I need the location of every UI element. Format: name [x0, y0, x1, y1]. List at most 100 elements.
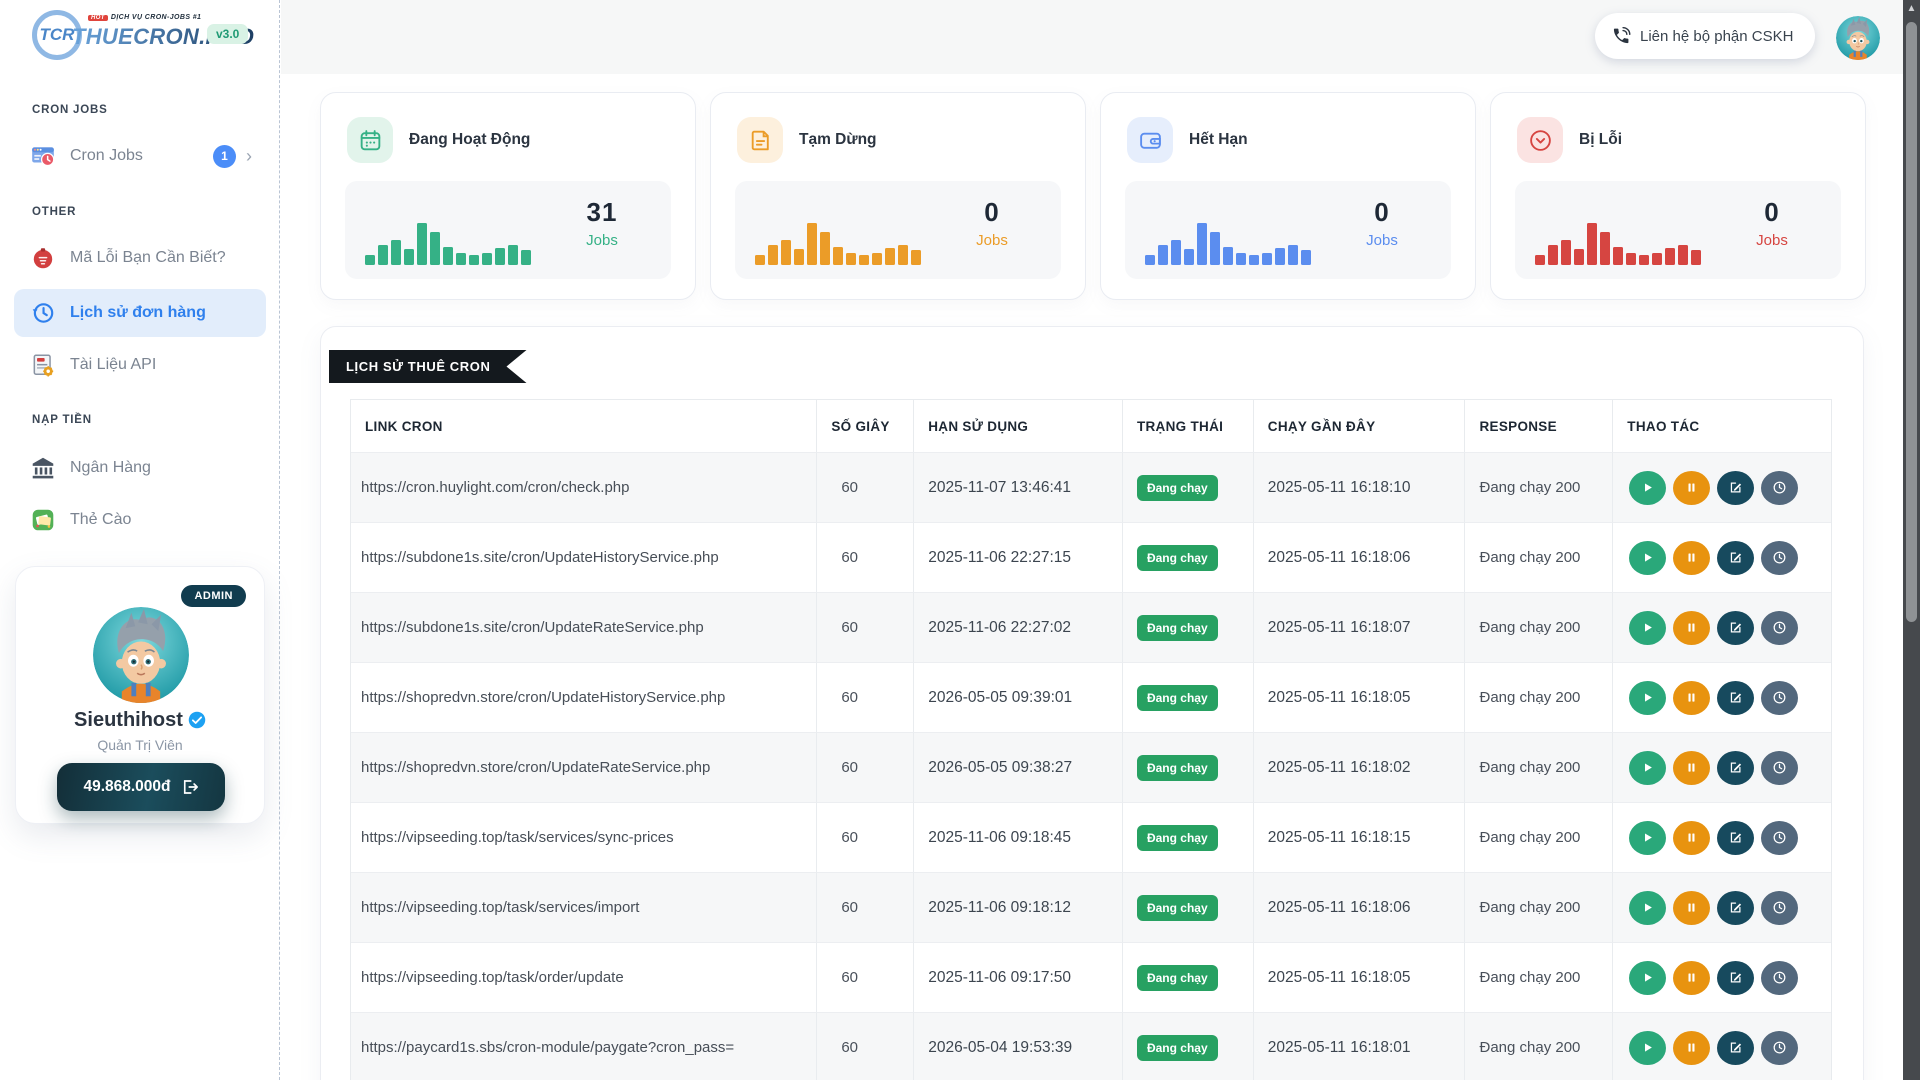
history-action-button[interactable] — [1761, 1031, 1798, 1065]
page-scrollbar[interactable]: ▲ — [1903, 0, 1920, 1080]
edit-action-button[interactable] — [1717, 611, 1754, 645]
user-avatar[interactable] — [1836, 16, 1880, 60]
sidebar-item-api-docs[interactable]: Tài Liệu API — [14, 341, 266, 389]
stat-icon-tile — [1517, 117, 1563, 163]
pause-action-button[interactable] — [1673, 891, 1710, 925]
pause-action-button[interactable] — [1673, 681, 1710, 715]
spark-bar — [495, 248, 505, 265]
history-action-button[interactable] — [1761, 541, 1798, 575]
edit-action-button[interactable] — [1717, 1031, 1754, 1065]
table-row: https://vipseeding.top/task/order/update… — [351, 942, 1831, 1012]
expiry-cell: 2026-05-05 09:38:27 — [914, 732, 1123, 802]
spark-bar — [1197, 223, 1207, 265]
spark-bar — [378, 245, 388, 265]
spark-bar — [1145, 255, 1155, 265]
edit-action-button[interactable] — [1717, 891, 1754, 925]
history-action-button[interactable] — [1761, 961, 1798, 995]
edit-action-button[interactable] — [1717, 541, 1754, 575]
profile-card: ADMIN Sieuthihost Quản Trị Viên 49.868.0… — [15, 566, 265, 824]
spark-bar — [508, 245, 518, 265]
sidebar-item-bank[interactable]: Ngân Hàng — [14, 444, 266, 492]
stat-title: Hết Hạn — [1189, 131, 1248, 149]
spark-bar — [1574, 249, 1584, 265]
spark-bar — [391, 240, 401, 265]
stat-panel: 0 Jobs — [1125, 181, 1451, 279]
run-action-button[interactable] — [1629, 751, 1666, 785]
sidebar-item-error-codes[interactable]: Mã Lỗi Bạn Cần Biết? — [14, 234, 266, 282]
run-action-button[interactable] — [1629, 1031, 1666, 1065]
cron-history-card: LỊCH SỬ THUÊ CRON LINK CRONSỐ GIÂYHẠN SỬ… — [320, 326, 1864, 1080]
pause-action-button[interactable] — [1673, 961, 1710, 995]
actions-cell — [1613, 522, 1831, 592]
pause-action-button[interactable] — [1673, 541, 1710, 575]
history-action-button[interactable] — [1761, 821, 1798, 855]
spark-bar — [768, 245, 778, 265]
spark-bar — [898, 245, 908, 265]
history-action-button[interactable] — [1761, 681, 1798, 715]
bank-icon — [30, 455, 56, 481]
stat-panel: 0 Jobs — [1515, 181, 1841, 279]
spark-bar — [404, 249, 414, 265]
order-history-icon — [30, 300, 56, 326]
sidebar-item-cron-jobs[interactable]: Cron Jobs 1 › — [14, 132, 266, 180]
status-badge: Đang chạy — [1137, 545, 1218, 571]
sidebar: TCR HOTDỊCH VỤ CRON-JOBS #1 THUECRON.PRO… — [0, 0, 280, 1080]
pause-action-button[interactable] — [1673, 1031, 1710, 1065]
logout-icon — [181, 778, 199, 796]
spark-bar — [781, 240, 791, 265]
history-action-button[interactable] — [1761, 471, 1798, 505]
scrollbar-up-arrow[interactable]: ▲ — [1906, 3, 1917, 14]
edit-action-button[interactable] — [1717, 961, 1754, 995]
run-action-button[interactable] — [1629, 611, 1666, 645]
stat-icon-tile — [1127, 117, 1173, 163]
edit-action-button[interactable] — [1717, 681, 1754, 715]
edit-action-button[interactable] — [1717, 751, 1754, 785]
response-cell: Đang chạy 200 — [1465, 452, 1613, 522]
spark-bar — [1223, 247, 1233, 265]
edit-action-button[interactable] — [1717, 471, 1754, 505]
spark-bar — [1275, 248, 1285, 265]
spark-bar — [1678, 245, 1688, 265]
stat-value: 0 — [1727, 197, 1817, 228]
last-run-cell: 2025-05-11 16:18:07 — [1254, 592, 1466, 662]
table-row: https://shopredvn.store/cron/UpdateRateS… — [351, 732, 1831, 802]
expiry-cell: 2025-11-07 13:46:41 — [914, 452, 1123, 522]
stats-row: Đang Hoạt Động 31 Jobs Tạm Dừng 0 Jobs — [0, 92, 1920, 300]
sidebar-item-order-history[interactable]: Lịch sử đơn hàng — [14, 289, 266, 337]
pause-action-button[interactable] — [1673, 471, 1710, 505]
run-action-button[interactable] — [1629, 541, 1666, 575]
pause-action-button[interactable] — [1673, 611, 1710, 645]
history-action-button[interactable] — [1761, 751, 1798, 785]
response-cell: Đang chạy 200 — [1465, 1012, 1613, 1080]
history-action-button[interactable] — [1761, 611, 1798, 645]
status-cell: Đang chạy — [1123, 452, 1254, 522]
stat-unit: Jobs — [1727, 232, 1817, 249]
edit-action-button[interactable] — [1717, 821, 1754, 855]
run-action-button[interactable] — [1629, 961, 1666, 995]
balance-amount: 49.868.000đ — [83, 778, 170, 796]
last-run-cell: 2025-05-11 16:18:05 — [1254, 942, 1466, 1012]
spark-bar — [885, 248, 895, 265]
spark-bar — [1301, 250, 1311, 265]
run-action-button[interactable] — [1629, 471, 1666, 505]
table-row: https://shopredvn.store/cron/UpdateHisto… — [351, 662, 1831, 732]
spark-bar — [846, 253, 856, 265]
run-action-button[interactable] — [1629, 821, 1666, 855]
contact-support-button[interactable]: Liên hệ bộ phận CSKH — [1595, 13, 1815, 59]
spark-bar — [1561, 240, 1571, 265]
seconds-cell: 60 — [817, 662, 914, 732]
pause-action-button[interactable] — [1673, 751, 1710, 785]
scrollbar-thumb[interactable] — [1906, 22, 1917, 622]
pause-action-button[interactable] — [1673, 821, 1710, 855]
sidebar-item-card[interactable]: Thẻ Cào — [14, 496, 266, 544]
stat-title: Tạm Dừng — [799, 131, 877, 149]
expiry-cell: 2025-11-06 09:17:50 — [914, 942, 1123, 1012]
last-run-cell: 2025-05-11 16:18:06 — [1254, 872, 1466, 942]
run-action-button[interactable] — [1629, 681, 1666, 715]
spark-bar — [794, 249, 804, 265]
history-action-button[interactable] — [1761, 891, 1798, 925]
spark-bar — [1600, 232, 1610, 265]
run-action-button[interactable] — [1629, 891, 1666, 925]
section-label-topup: NẠP TIỀN — [32, 414, 92, 426]
balance-logout-button[interactable]: 49.868.000đ — [57, 763, 225, 811]
